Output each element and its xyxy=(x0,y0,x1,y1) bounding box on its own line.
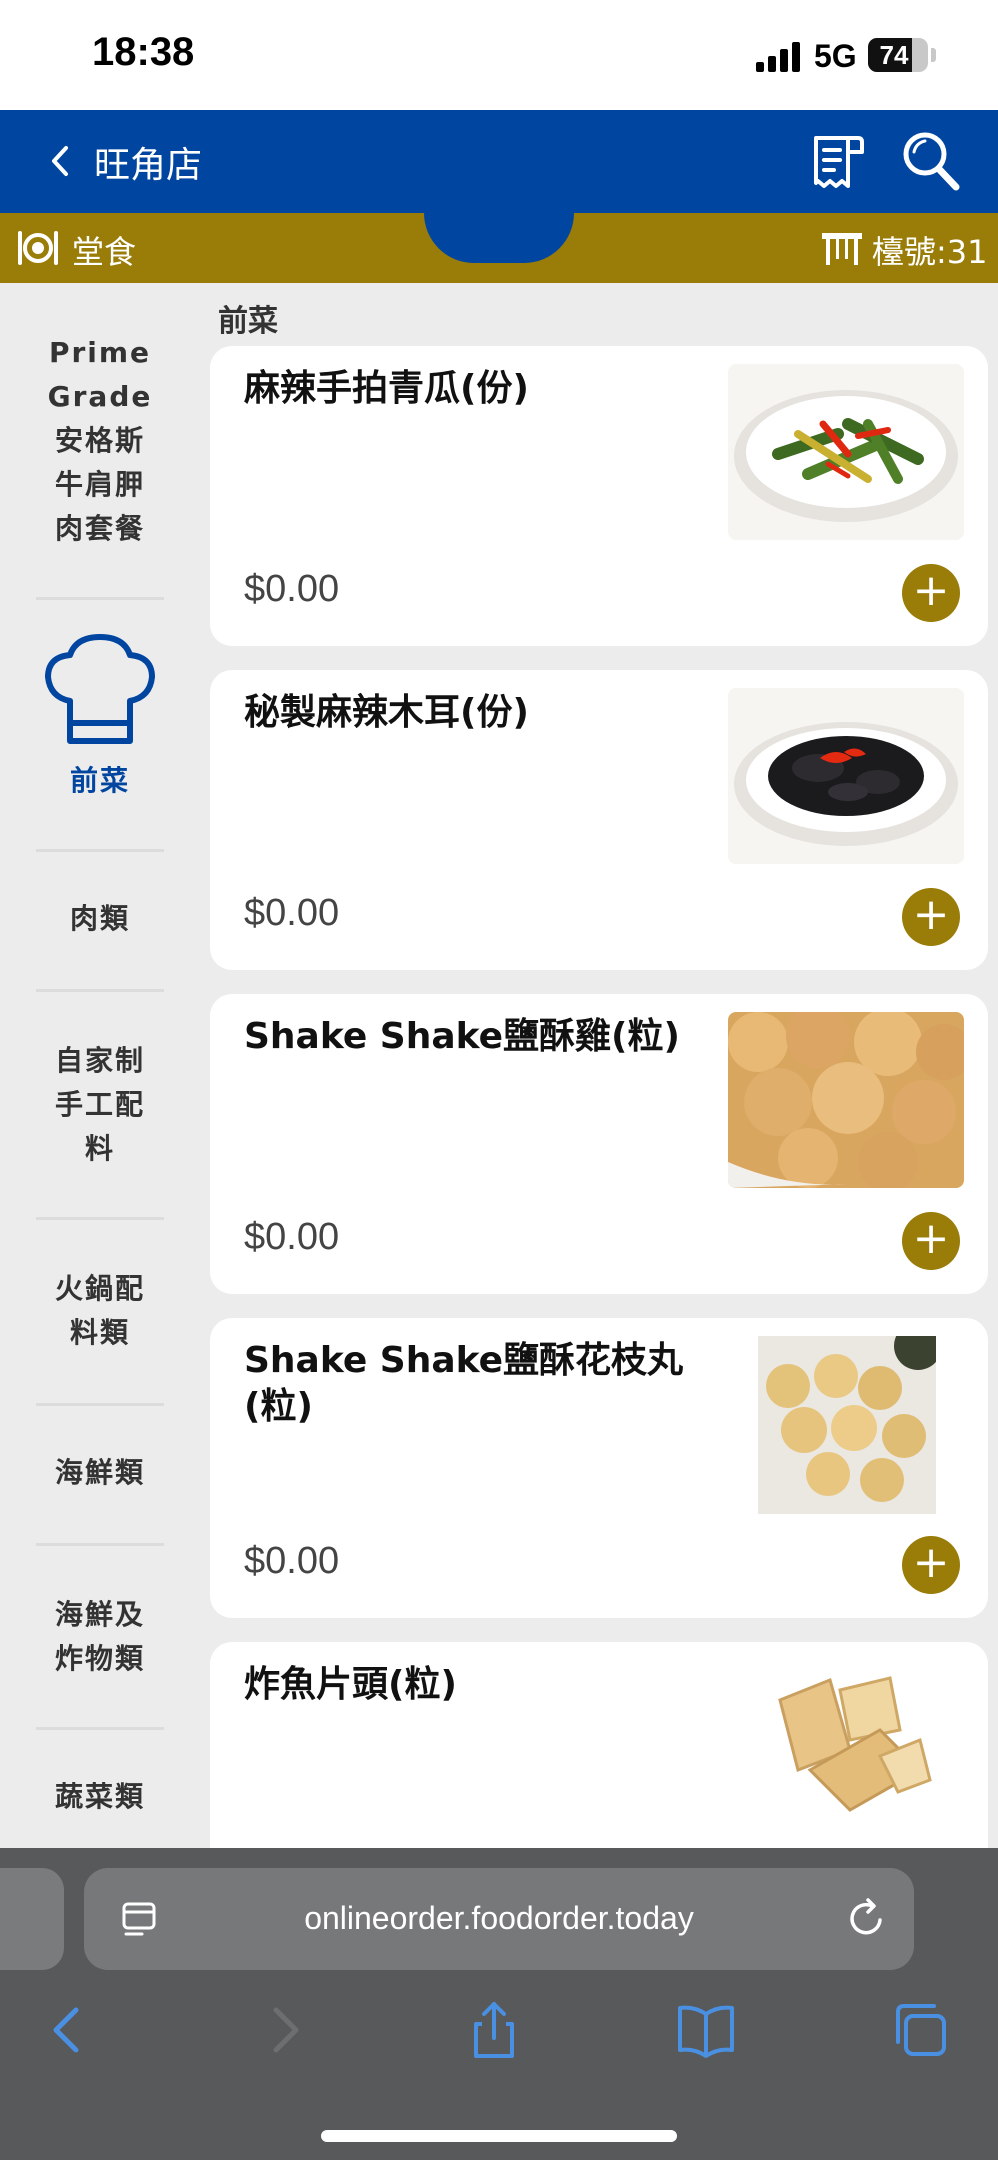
battery-level: 74 xyxy=(879,40,909,70)
bookmarks-icon[interactable] xyxy=(676,2000,736,2060)
search-button[interactable] xyxy=(900,128,962,194)
receipt-icon xyxy=(814,136,864,188)
sidebar-item-hotpot[interactable]: 火鍋配 料類 xyxy=(36,1267,164,1355)
sidebar-item-label-line: 牛肩胛 xyxy=(54,468,145,501)
search-icon xyxy=(903,132,960,191)
item-price: $0.00 xyxy=(244,1540,340,1582)
section-title: 前菜 xyxy=(218,304,278,339)
sidebar-item-appetizers[interactable]: 前菜 xyxy=(36,759,164,803)
sidebar-item-prime-grade[interactable]: Prime Grade 安格斯 牛肩胛 肉套餐 xyxy=(36,331,164,551)
table-icon xyxy=(820,227,864,269)
tabs-icon[interactable] xyxy=(890,2000,950,2060)
sidebar-item-label-line: 料 xyxy=(84,1132,115,1165)
item-name: Shake Shake鹽酥雞(粒) xyxy=(244,1016,680,1057)
menu-item-card[interactable]: Shake Shake鹽酥雞(粒) $0.00 + xyxy=(210,994,988,1294)
sidebar-item-label-line: 海鮮及 xyxy=(54,1598,145,1631)
status-time: 18:38 xyxy=(92,30,195,74)
sidebar-divider xyxy=(36,597,164,600)
menu-item-card[interactable]: 麻辣手拍青瓜(份) $0.00 + xyxy=(210,346,988,646)
url-text: onlineorder.foodorder.today xyxy=(304,1900,694,1936)
sidebar-divider xyxy=(36,1543,164,1546)
item-price: $0.00 xyxy=(244,568,340,610)
sidebar-divider xyxy=(36,1727,164,1730)
sidebar-item-label-line: 炸物類 xyxy=(54,1642,145,1675)
menu-item-card[interactable]: 秘製麻辣木耳(份) $0.00 + xyxy=(210,670,988,970)
battery-tip xyxy=(931,48,936,62)
sidebar-item-label-line: 手工配 xyxy=(54,1088,145,1121)
item-name: Shake Shake鹽酥花枝丸(粒) xyxy=(244,1340,684,1427)
sidebar-item-label-line: 火鍋配 xyxy=(54,1272,145,1305)
table-number: 檯號:31 xyxy=(872,233,988,271)
add-to-cart-button[interactable]: + xyxy=(902,888,960,946)
item-price: $0.00 xyxy=(244,892,340,934)
browser-forward-icon[interactable] xyxy=(254,2000,314,2060)
add-to-cart-button[interactable]: + xyxy=(902,564,960,622)
fried-fish-cake-image xyxy=(770,1660,936,1826)
previous-tab-preview[interactable] xyxy=(0,1868,64,1970)
battery-icon: 74 xyxy=(868,38,928,72)
item-name: 炸魚片頭(粒) xyxy=(244,1664,457,1705)
category-sidebar: Prime Grade 安格斯 牛肩胛 肉套餐 前菜 肉類 自家制 手工配 料 … xyxy=(0,283,200,1848)
sidebar-item-vegetables[interactable]: 蔬菜類 xyxy=(36,1775,164,1819)
sidebar-item-seafood[interactable]: 海鮮類 xyxy=(36,1451,164,1495)
home-indicator[interactable] xyxy=(321,2130,677,2142)
status-bar: 18:38 5G 74 xyxy=(0,0,998,110)
sidebar-divider xyxy=(36,989,164,992)
squid-ball-image xyxy=(758,1336,936,1514)
add-to-cart-button[interactable]: + xyxy=(902,1536,960,1594)
chef-hat-icon xyxy=(45,634,155,744)
sidebar-item-label-line: 料類 xyxy=(69,1316,130,1349)
address-bar[interactable]: onlineorder.foodorder.today xyxy=(84,1868,914,1970)
dine-in-label: 堂食 xyxy=(72,233,137,271)
sidebar-item-seafood-fried[interactable]: 海鮮及 炸物類 xyxy=(36,1593,164,1681)
back-button[interactable] xyxy=(36,136,86,186)
sidebar-item-label-line: 安格斯 xyxy=(54,424,145,457)
app-header: 旺角店 xyxy=(0,110,998,213)
cellular-signal-icon xyxy=(756,42,804,72)
sidebar-item-homemade[interactable]: 自家制 手工配 料 xyxy=(36,1039,164,1171)
plate-cutlery-icon xyxy=(16,227,60,269)
order-receipt-button[interactable] xyxy=(808,130,868,192)
network-type: 5G xyxy=(814,38,857,74)
sidebar-item-meat[interactable]: 肉類 xyxy=(36,897,164,941)
reload-icon[interactable] xyxy=(844,1896,890,1942)
item-name: 秘製麻辣木耳(份) xyxy=(244,692,529,733)
add-to-cart-button[interactable]: + xyxy=(902,1212,960,1270)
wood-ear-fungus-image xyxy=(728,688,964,864)
item-name: 麻辣手拍青瓜(份) xyxy=(244,368,529,409)
browser-toolbar: onlineorder.foodorder.today xyxy=(0,1848,998,2160)
sidebar-divider xyxy=(36,1403,164,1406)
sidebar-item-label-line: Prime xyxy=(48,336,152,369)
chevron-left-icon xyxy=(52,146,68,176)
browser-back-icon[interactable] xyxy=(38,2000,98,2060)
popcorn-chicken-image xyxy=(728,1012,964,1188)
sidebar-item-label-line: 肉套餐 xyxy=(54,512,145,545)
share-icon[interactable] xyxy=(464,2000,524,2060)
store-name: 旺角店 xyxy=(94,145,203,186)
sidebar-item-label-line: 自家制 xyxy=(54,1044,145,1077)
page-menu-icon[interactable] xyxy=(120,1900,160,1940)
sidebar-divider xyxy=(36,849,164,852)
menu-item-card[interactable]: Shake Shake鹽酥花枝丸(粒) $0.00 + xyxy=(210,1318,988,1618)
sidebar-divider xyxy=(36,1217,164,1220)
cucumber-salad-image xyxy=(728,364,964,540)
sidebar-item-label-line: Grade xyxy=(47,380,153,413)
item-price: $0.00 xyxy=(244,1216,340,1258)
